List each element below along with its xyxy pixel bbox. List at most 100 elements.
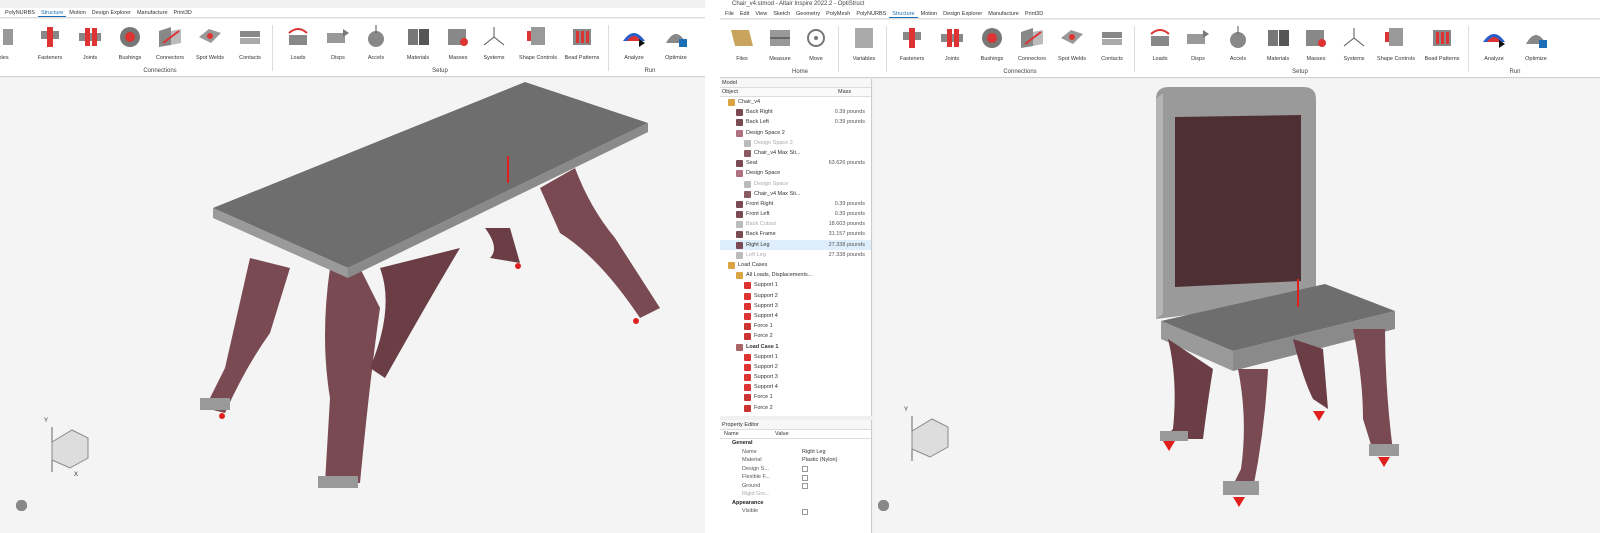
tree-row[interactable]: Support 3 xyxy=(720,372,871,382)
tree-row[interactable]: Seat 63.626 pounds xyxy=(720,158,871,168)
group-run[interactable]: Run xyxy=(620,68,680,74)
tab-polymesh[interactable]: PolyMesh xyxy=(823,9,853,18)
tree-row[interactable]: Design Space xyxy=(720,168,871,178)
left-viewport[interactable]: Y X xyxy=(0,78,705,533)
contacts-tool[interactable]: Contacts xyxy=(1092,26,1132,62)
measure-tool[interactable]: Measure xyxy=(760,26,800,62)
tree-row[interactable]: Front Right 0.39 pounds xyxy=(720,199,871,209)
disps-tool[interactable]: Disps xyxy=(1178,26,1218,62)
bead-patterns-tool[interactable]: Bead Patterns xyxy=(1422,26,1462,62)
joints-tool[interactable]: Joints xyxy=(70,25,110,61)
variables-tool[interactable]: Variables xyxy=(844,26,884,62)
accels-tool[interactable]: Accels xyxy=(356,25,396,61)
tab-manufacture[interactable]: Manufacture xyxy=(985,9,1022,18)
column-mass[interactable]: Mass xyxy=(820,88,870,96)
camera-icon[interactable] xyxy=(878,500,889,511)
systems-tool[interactable]: Systems xyxy=(1334,26,1374,62)
systems-tool[interactable]: Systems xyxy=(474,25,514,61)
tab-design-explorer[interactable]: Design Explorer xyxy=(89,8,134,17)
tree-row[interactable]: Support 2 xyxy=(720,362,871,372)
property-row[interactable]: Ground xyxy=(720,482,871,491)
bead-patterns-tool[interactable]: Bead Patterns xyxy=(562,25,602,61)
property-row[interactable]: Flexible F... xyxy=(720,473,871,482)
tree-row[interactable]: Support 3 xyxy=(720,301,871,311)
files-tool[interactable]: Files xyxy=(722,26,762,62)
connectors-tool[interactable]: Connectors xyxy=(150,25,190,61)
tree-row[interactable]: Back Left 0.39 pounds xyxy=(720,117,871,127)
disps-tool[interactable]: Disps xyxy=(318,25,358,61)
right-view-cube[interactable]: Y xyxy=(904,407,954,476)
column-object[interactable]: Object xyxy=(720,88,820,96)
property-checkbox[interactable] xyxy=(802,474,808,481)
tab-structure[interactable]: Structure xyxy=(889,9,918,18)
connectors-tool[interactable]: Connectors xyxy=(1012,26,1052,62)
tree-row[interactable]: Chair_v4 Max Sti... xyxy=(720,189,871,199)
camera-icon[interactable] xyxy=(16,500,27,511)
tab-view[interactable]: View xyxy=(752,9,770,18)
tab-structure[interactable]: Structure xyxy=(37,8,67,17)
property-checkbox[interactable] xyxy=(802,508,808,515)
tree-row[interactable]: Force 1 xyxy=(720,392,871,402)
tree-row[interactable]: Left Leg 27.338 pounds xyxy=(720,250,871,260)
tab-file[interactable]: File xyxy=(722,9,737,18)
move-tool[interactable]: Move xyxy=(796,26,836,62)
tab-edit[interactable]: Edit xyxy=(737,9,752,18)
tab-print3d[interactable]: Print3D xyxy=(171,8,195,17)
tree-row[interactable]: Design Space 2 xyxy=(720,128,871,138)
tab-design-explorer[interactable]: Design Explorer xyxy=(940,9,985,18)
property-checkbox[interactable] xyxy=(802,466,808,472)
property-checkbox[interactable] xyxy=(802,483,808,489)
tree-row[interactable]: Design Space 2 xyxy=(720,138,871,148)
bushings-tool[interactable]: Bushings xyxy=(110,25,150,61)
property-row[interactable]: Rigid Gro... xyxy=(720,490,871,499)
tree-row[interactable]: Support 1 xyxy=(720,352,871,362)
contacts-tool[interactable]: Contacts xyxy=(230,25,270,61)
tree-row[interactable]: Force 2 xyxy=(720,331,871,341)
materials-tool[interactable]: Materials xyxy=(398,25,438,61)
property-row[interactable]: Material Plastic (Nylon) xyxy=(720,456,871,465)
tab-motion[interactable]: Motion xyxy=(918,9,941,18)
property-value[interactable]: Right Leg xyxy=(802,448,826,457)
tree-row[interactable]: Chair_v4 Max Sti... xyxy=(720,148,871,158)
bushings-tool[interactable]: Bushings xyxy=(972,26,1012,62)
tree-row[interactable]: Back Frame 31.157 pounds xyxy=(720,229,871,239)
tab-motion[interactable]: Motion xyxy=(66,8,89,17)
property-row[interactable]: Visible xyxy=(720,507,871,516)
fasteners-tool[interactable]: Fasteners xyxy=(30,25,70,61)
analyze-tool[interactable]: Analyze xyxy=(1474,26,1514,62)
tree-row[interactable]: Load Cases xyxy=(720,260,871,270)
optimize-tool[interactable]: Optimize xyxy=(656,25,696,61)
tree-row[interactable]: Right Leg 27.338 pounds xyxy=(720,239,871,250)
tree-row[interactable]: Force 1 xyxy=(720,321,871,331)
group-setup[interactable]: Setup xyxy=(1260,69,1340,75)
tree-row[interactable]: Back Right 0.39 pounds xyxy=(720,107,871,117)
tree-row[interactable]: Support 4 xyxy=(720,311,871,321)
property-row[interactable]: Name Right Leg xyxy=(720,448,871,457)
shape-controls-tool[interactable]: Shape Controls xyxy=(518,25,558,61)
spot-welds-tool[interactable]: Spot Welds xyxy=(1052,26,1092,62)
masses-tool[interactable]: Masses xyxy=(438,25,478,61)
tree-row[interactable]: Force 2 xyxy=(720,403,871,413)
variables-tool[interactable]: ables xyxy=(0,25,22,61)
tree-row[interactable]: Back Cutout 18.603 pounds xyxy=(720,219,871,229)
group-run[interactable]: Run xyxy=(1480,69,1550,75)
joints-tool[interactable]: Joints xyxy=(932,26,972,62)
tab-polynurbs[interactable]: PolyNURBS xyxy=(2,8,38,17)
property-row[interactable]: Appearance xyxy=(720,499,871,508)
left-view-cube[interactable]: Y X xyxy=(44,418,94,487)
optimize-tool[interactable]: Optimize xyxy=(1516,26,1556,62)
group-setup[interactable]: Setup xyxy=(400,68,480,74)
accels-tool[interactable]: Accels xyxy=(1218,26,1258,62)
property-row[interactable]: Design S... xyxy=(720,465,871,474)
tree-row[interactable]: Support 1 xyxy=(720,280,871,290)
tree-row[interactable]: Load Case 1 xyxy=(720,342,871,352)
property-value[interactable]: Plastic (Nylon) xyxy=(802,456,837,465)
tab-print3d[interactable]: Print3D xyxy=(1022,9,1046,18)
shape-controls-tool[interactable]: Shape Controls xyxy=(1376,26,1416,62)
tree-row[interactable]: Front Left 0.39 pounds xyxy=(720,209,871,219)
loads-tool[interactable]: Loads xyxy=(1140,26,1180,62)
tab-sketch[interactable]: Sketch xyxy=(770,9,793,18)
tab-polynurbs[interactable]: PolyNURBS xyxy=(853,9,889,18)
loads-tool[interactable]: Loads xyxy=(278,25,318,61)
tree-row[interactable]: Support 4 xyxy=(720,382,871,392)
